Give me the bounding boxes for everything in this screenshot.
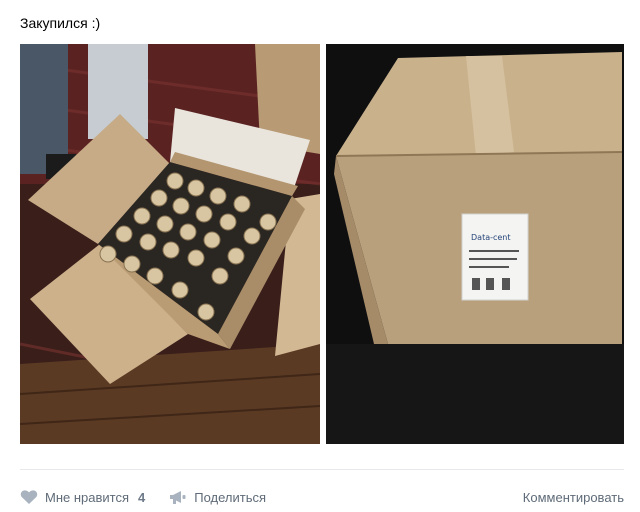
- photo-closed-box[interactable]: Data-cent: [326, 44, 624, 444]
- comment-button[interactable]: Комментировать: [523, 490, 624, 505]
- post-actions-bar: Мне нравится 4 Поделиться Комментировать: [20, 486, 624, 508]
- actions-divider: [20, 469, 624, 470]
- megaphone-icon: [169, 489, 187, 505]
- box-label: [461, 213, 529, 301]
- like-label: Мне нравится: [45, 489, 130, 505]
- like-count: 4: [138, 489, 146, 505]
- photo-open-box[interactable]: [20, 44, 320, 444]
- post-text: Закупился :): [20, 15, 101, 31]
- share-label: Поделиться: [194, 489, 267, 505]
- box-label-brand: Data-cent: [471, 233, 511, 242]
- share-button[interactable]: Поделиться: [169, 489, 266, 505]
- like-button[interactable]: Мне нравится 4: [20, 489, 145, 505]
- photo-closed-box-image: Data-cent: [326, 44, 624, 444]
- photo-open-box-image: [20, 44, 320, 444]
- comment-label: Комментировать: [522, 489, 624, 505]
- heart-icon: [20, 489, 38, 505]
- wall-post: Закупился :) Data-cent Мне нравится 4 По…: [0, 0, 640, 512]
